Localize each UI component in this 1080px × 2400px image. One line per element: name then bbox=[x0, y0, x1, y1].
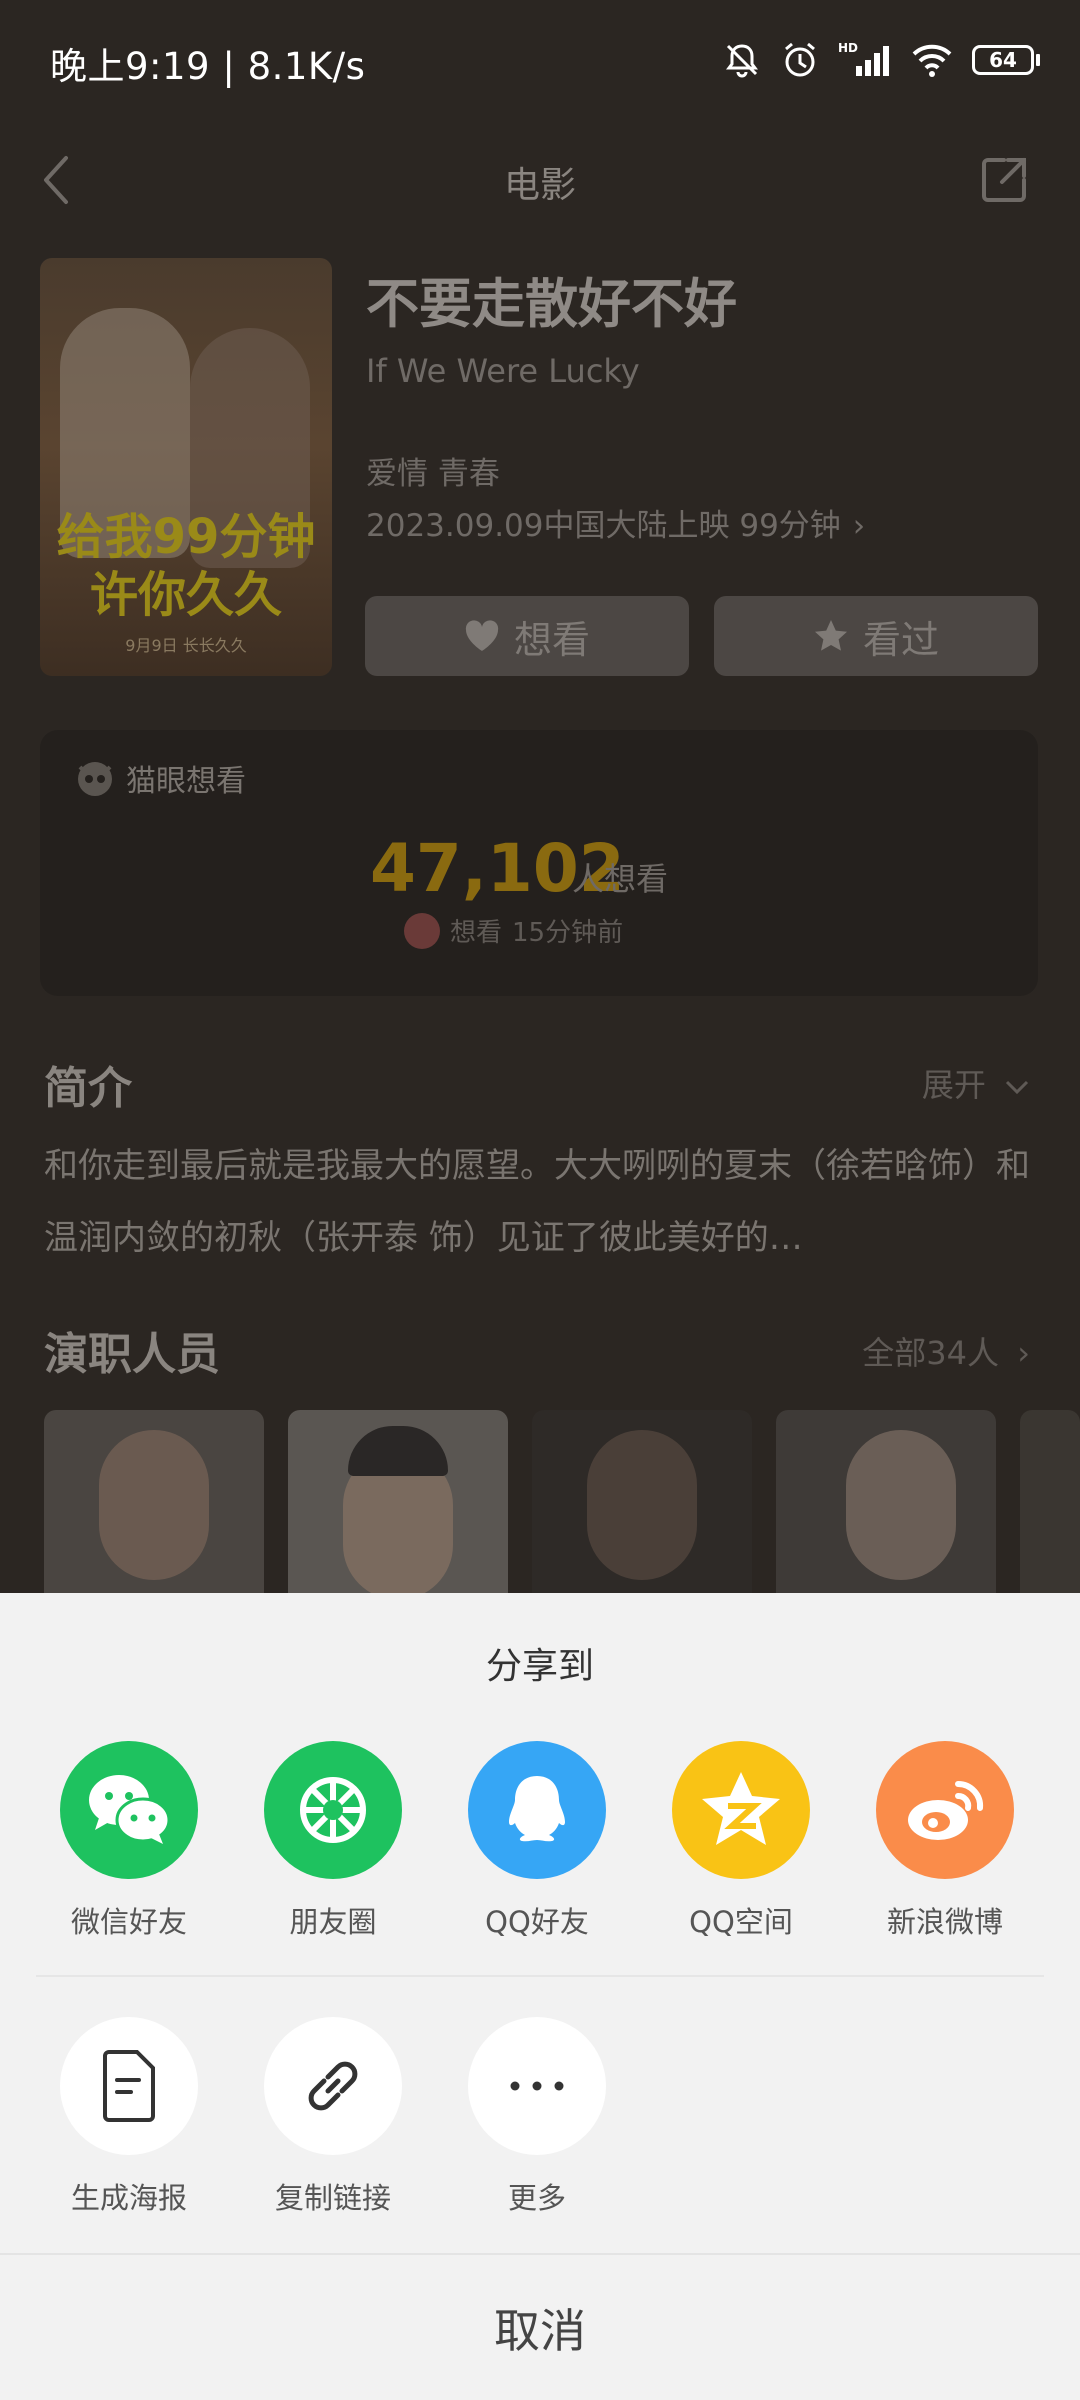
share-qq-label: QQ好友 bbox=[485, 1905, 589, 1939]
movie-title: 不要走散好不好 bbox=[366, 274, 737, 335]
intro-expand-button[interactable]: 展开 bbox=[922, 1060, 1030, 1106]
share-qzone-label: QQ空间 bbox=[689, 1905, 793, 1939]
seen-button-label: 看过 bbox=[862, 617, 939, 662]
recent-action: 想看 bbox=[450, 918, 503, 948]
share-sheet: 分享到 微信好友 朋友圈 QQ好友 QQ空间 新浪微博 生成海报 复制链接 更多… bbox=[0, 1593, 1080, 2400]
chevron-right-icon: › bbox=[1017, 1334, 1030, 1372]
intro-title: 简介 bbox=[44, 1063, 132, 1114]
more-dots-icon bbox=[468, 2017, 606, 2155]
hd-signal-icon: HD bbox=[838, 41, 889, 76]
status-icons: HD 64 bbox=[722, 36, 1040, 84]
movie-english-title: If We Were Lucky bbox=[366, 352, 640, 390]
share-qq-button[interactable]: QQ好友 bbox=[468, 1741, 606, 1941]
chevron-right-icon: › bbox=[852, 508, 866, 544]
more-share-label: 更多 bbox=[507, 2181, 566, 2215]
wifi-icon bbox=[912, 44, 952, 77]
battery-level: 64 bbox=[972, 45, 1034, 75]
intro-text: 和你走到最后就是我最大的愿望。大大咧咧的夏末（徐若晗饰）和温润内敛的初秋（张开泰… bbox=[44, 1146, 1030, 1258]
poster-date: 9月9日 长长久久 bbox=[125, 636, 247, 655]
cast-card[interactable] bbox=[44, 1410, 264, 1600]
cancel-button[interactable]: 取消 bbox=[494, 2295, 586, 2361]
qzone-icon bbox=[672, 1741, 810, 1879]
share-wechat-button[interactable]: 微信好友 bbox=[60, 1741, 198, 1941]
share-qzone-button[interactable]: QQ空间 bbox=[672, 1741, 810, 1941]
share-sheet-title: 分享到 bbox=[485, 1646, 594, 1687]
wechat-icon bbox=[60, 1741, 198, 1879]
poster-text-line2: 许你久久 bbox=[89, 567, 282, 623]
share-moments-label: 朋友圈 bbox=[289, 1905, 377, 1939]
maoyan-label: 猫眼想看 bbox=[74, 756, 246, 800]
status-bar: 晚上9:19 | 8.1K/s HD 64 bbox=[0, 0, 1080, 120]
want-button-label: 想看 bbox=[513, 617, 590, 662]
cast-title: 演职人员 bbox=[44, 1329, 220, 1380]
want-unit: 人想看 bbox=[572, 860, 669, 898]
movie-genres: 爱情 青春 bbox=[366, 456, 500, 492]
maoyan-want-card[interactable]: 猫眼想看 47,102 人想看 想看 15分钟前 bbox=[40, 730, 1038, 996]
share-divider bbox=[36, 1975, 1044, 1977]
svg-text:HD: HD bbox=[838, 41, 858, 55]
share-moments-button[interactable]: 朋友圈 bbox=[264, 1741, 402, 1941]
poster-doc-icon bbox=[60, 2017, 198, 2155]
cancel-area: 取消 bbox=[0, 2253, 1080, 2400]
share-row-apps: 微信好友 朋友圈 QQ好友 QQ空间 新浪微博 bbox=[60, 1741, 1014, 1941]
want-to-watch-button[interactable]: 想看 bbox=[365, 596, 689, 676]
nav-bar: 电影 bbox=[0, 130, 1080, 230]
cast-more-label: 全部34人 bbox=[862, 1334, 1000, 1372]
status-time: 晚上9:19 | 8.1K/s bbox=[50, 45, 366, 88]
release-info-text: 2023.09.09中国大陆上映 99分钟 bbox=[366, 508, 841, 544]
intro-expand-label: 展开 bbox=[921, 1066, 986, 1104]
avatar bbox=[404, 912, 440, 949]
recent-time: 15分钟前 bbox=[512, 918, 624, 948]
heart-icon bbox=[465, 620, 499, 651]
alarm-icon bbox=[785, 42, 815, 77]
movie-poster[interactable]: 给我99分钟 许你久久 9月9日 长长久久 bbox=[40, 258, 332, 676]
share-row-actions: 生成海报 复制链接 更多 bbox=[60, 2017, 606, 2217]
generate-poster-label: 生成海报 bbox=[70, 2181, 187, 2215]
copy-link-button[interactable]: 复制链接 bbox=[264, 2017, 402, 2217]
release-info[interactable]: 2023.09.09中国大陆上映 99分钟 › bbox=[366, 500, 865, 545]
maoyan-label-text: 猫眼想看 bbox=[126, 764, 246, 799]
battery-icon: 64 bbox=[972, 45, 1040, 75]
watched-button[interactable]: 看过 bbox=[714, 596, 1038, 676]
recent-want: 想看 15分钟前 bbox=[404, 912, 623, 949]
link-icon bbox=[264, 2017, 402, 2155]
cast-card[interactable] bbox=[776, 1410, 996, 1600]
page-title: 电影 bbox=[503, 165, 576, 206]
share-icon[interactable] bbox=[978, 154, 1030, 206]
generate-poster-button[interactable]: 生成海报 bbox=[60, 2017, 198, 2217]
cast-more-link[interactable]: 全部34人 › bbox=[862, 1328, 1030, 1374]
cast-card[interactable] bbox=[532, 1410, 752, 1600]
share-weibo-button[interactable]: 新浪微博 bbox=[876, 1741, 1014, 1941]
cast-card[interactable] bbox=[1020, 1410, 1080, 1600]
moments-icon bbox=[264, 1741, 402, 1879]
more-share-button[interactable]: 更多 bbox=[468, 2017, 606, 2217]
copy-link-label: 复制链接 bbox=[274, 2181, 391, 2215]
chevron-down-icon bbox=[1005, 1080, 1029, 1095]
share-weibo-label: 新浪微博 bbox=[886, 1905, 1003, 1939]
star-icon bbox=[814, 620, 847, 651]
weibo-icon bbox=[876, 1741, 1014, 1879]
qq-icon bbox=[468, 1741, 606, 1879]
mute-bell-icon bbox=[726, 44, 758, 78]
poster-text-line1: 给我99分钟 bbox=[56, 509, 316, 565]
cast-list bbox=[44, 1410, 1080, 1600]
cast-card[interactable] bbox=[288, 1410, 508, 1600]
share-wechat-label: 微信好友 bbox=[70, 1905, 187, 1939]
cat-logo-icon bbox=[78, 762, 112, 796]
